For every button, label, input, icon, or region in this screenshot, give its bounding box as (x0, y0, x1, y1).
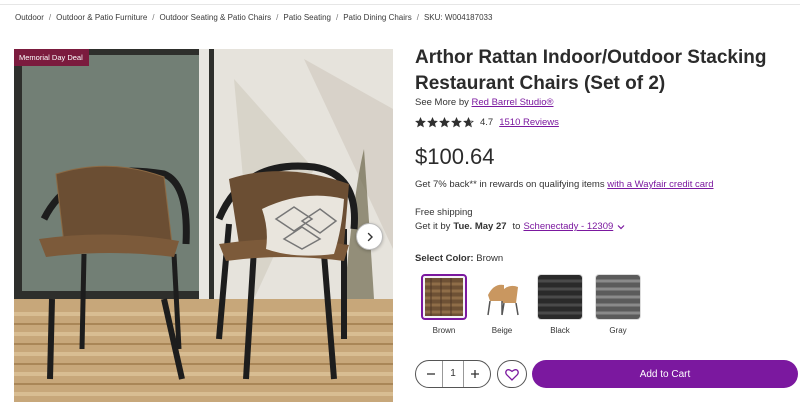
swatch-gray-image (595, 274, 641, 320)
breadcrumb-separator: / (276, 13, 279, 22)
product-image[interactable] (14, 49, 393, 402)
header-divider (0, 0, 800, 5)
swatch-black[interactable]: Black (531, 274, 589, 335)
product-title: Arthor Rattan Indoor/Outdoor Stacking Re… (415, 47, 767, 94)
swatch-label: Beige (491, 326, 513, 335)
breadcrumb-patio-dining-chairs[interactable]: Patio Dining Chairs (343, 13, 411, 22)
breadcrumb-outdoor[interactable]: Outdoor (15, 13, 44, 22)
breadcrumb-sku: SKU: W004187033 (423, 13, 493, 22)
product-photo (14, 49, 393, 402)
rating-row[interactable]: 4.7 1510 Reviews (415, 117, 559, 128)
plus-icon (471, 370, 479, 378)
breadcrumb-patio-seating[interactable]: Patio Seating (283, 13, 331, 22)
delivery-location-link[interactable]: Schenectady - 12309 (523, 221, 613, 232)
swatch-label: Black (550, 326, 570, 335)
star-icon (463, 117, 474, 128)
select-color-label: Select Color: Brown (415, 253, 503, 264)
rating-value: 4.7 (480, 117, 494, 128)
brand-link[interactable]: Red Barrel Studio® (472, 97, 554, 108)
breadcrumb-outdoor-seating[interactable]: Outdoor Seating & Patio Chairs (160, 13, 272, 22)
delivery-prefix: Get it by (415, 221, 451, 232)
swatch-beige[interactable]: Beige (473, 274, 531, 335)
reviews-link[interactable]: 1510 Reviews (499, 117, 559, 128)
next-image-button[interactable] (356, 223, 383, 250)
breadcrumb-separator: / (416, 13, 419, 22)
see-more-prefix: See More by (415, 97, 469, 108)
delivery-date: Tue. May 27 (453, 221, 507, 232)
delivery-estimate: Get it by Tue. May 27 to Schenectady - 1… (415, 221, 625, 232)
swatch-beige-image (479, 274, 525, 320)
breadcrumb-separator: / (335, 13, 339, 22)
star-rating (415, 117, 474, 128)
star-icon (451, 117, 462, 128)
swatch-brown-image (421, 274, 467, 320)
rewards-text: Get 7% back** in rewards on qualifying i… (415, 179, 714, 190)
breadcrumb: Outdoor / Outdoor & Patio Furniture / Ou… (15, 13, 492, 22)
select-color-prefix: Select Color: (415, 253, 474, 264)
decrease-quantity-button[interactable] (420, 363, 442, 385)
minus-icon (427, 373, 435, 375)
star-icon (427, 117, 438, 128)
color-swatches: Brown Beige Black Gray (415, 274, 647, 335)
breadcrumb-outdoor-patio-furniture[interactable]: Outdoor & Patio Furniture (56, 13, 147, 22)
rewards-description: Get 7% back** in rewards on qualifying i… (415, 179, 605, 190)
swatch-gray[interactable]: Gray (589, 274, 647, 335)
star-icon (439, 117, 450, 128)
quantity-input[interactable]: 1 (442, 361, 464, 387)
swatch-black-image (537, 274, 583, 320)
see-more-by: See More by Red Barrel Studio® (415, 97, 554, 108)
quantity-stepper: 1 (415, 360, 491, 388)
breadcrumb-separator: / (48, 13, 52, 22)
free-shipping-label: Free shipping (415, 207, 473, 218)
breadcrumb-separator: / (152, 13, 155, 22)
swatch-label: Brown (432, 326, 456, 335)
add-to-cart-button[interactable]: Add to Cart (532, 360, 798, 388)
memorial-day-deal-badge: Memorial Day Deal (14, 49, 89, 66)
selected-color: Brown (476, 253, 504, 264)
chevron-down-icon[interactable] (617, 224, 625, 230)
swatch-brown[interactable]: Brown (415, 274, 473, 335)
product-price: $100.64 (415, 144, 495, 169)
credit-card-link[interactable]: with a Wayfair credit card (607, 179, 713, 190)
increase-quantity-button[interactable] (464, 363, 486, 385)
star-icon (415, 117, 426, 128)
heart-icon (505, 368, 519, 381)
delivery-to: to (512, 221, 521, 232)
chevron-right-icon (367, 232, 373, 241)
swatch-label: Gray (609, 326, 627, 335)
add-to-favorites-button[interactable] (497, 360, 527, 388)
